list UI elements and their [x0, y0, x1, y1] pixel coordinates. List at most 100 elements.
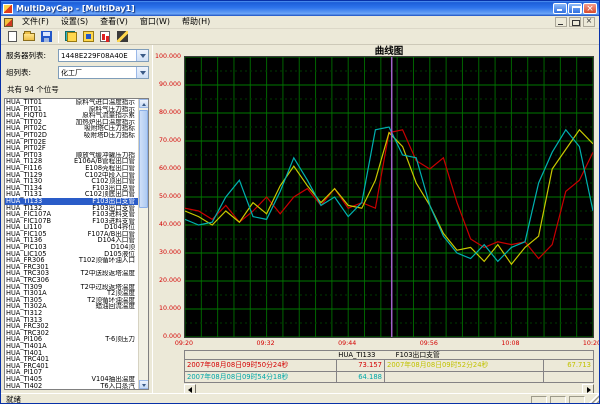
status-panel — [550, 396, 566, 404]
tag-list-item[interactable]: HUA_TI312 — [5, 310, 148, 317]
menu-item-2[interactable]: 查看(V) — [94, 16, 134, 28]
tag-list-item[interactable]: HUA_TI313 — [5, 317, 148, 324]
save-file-button[interactable] — [38, 30, 54, 44]
tag-list-item[interactable]: HUA_TI128E106A/B管程出口管 — [5, 158, 148, 165]
resize-grip[interactable] — [588, 394, 599, 404]
tag-name: HUA_FIC105 — [5, 231, 57, 238]
scroll-down-icon[interactable] — [139, 380, 149, 389]
tag-list-item[interactable]: HUA_PIT02E — [5, 139, 148, 146]
scroll-up-icon[interactable] — [139, 99, 149, 108]
tag-list-item[interactable]: HUA_FIQT01原料气流量指示累 — [5, 112, 148, 119]
tag-list-item[interactable]: HUA_TRC401 — [5, 356, 148, 363]
tag-list-item[interactable]: HUA_TIT01原料气进口温度指示 — [5, 99, 148, 106]
child-restore-button[interactable] — [569, 17, 581, 27]
tag-list-item[interactable]: HUA_TI301AT2顶温度 — [5, 290, 148, 297]
close-button[interactable] — [583, 3, 597, 14]
tag-list-item[interactable]: HUA_FRC301 — [5, 264, 148, 271]
server-list-combobox[interactable]: 1448E229F08A40E — [58, 49, 149, 62]
tag-list-item[interactable]: HUA_FIC107AF103进料支管 — [5, 211, 148, 218]
chevron-down-icon[interactable] — [136, 50, 148, 61]
tag-list-item[interactable]: HUA_PIT03顺放气缓冲罐压力指 — [5, 152, 148, 159]
tag-description: D105液位 — [57, 251, 148, 258]
tag-list-item[interactable]: HUA_TI305T2顶循环油温度 — [5, 297, 148, 304]
tag-list-item[interactable]: HUA_PIT02D吸附塔D压力指标 — [5, 132, 148, 139]
tag-list-item[interactable]: HUA_PI106T-6顶压力 — [5, 336, 148, 343]
tag-name: HUA_TI401A — [5, 343, 57, 350]
tag-list-item[interactable]: HUA_TRC302 — [5, 330, 148, 337]
sidebar: 服务器列表: 1448E229F08A40E 组列表: 化工厂 共有 94 个位… — [1, 45, 153, 393]
tag-name: HUA_PIT01 — [5, 106, 57, 113]
legend-timestamp: 2007年08月08日09时52分24秒 — [385, 360, 544, 371]
tag-list-item[interactable]: HUA_TRC303T2中送段返塔温度 — [5, 270, 148, 277]
y-tick-label: 70.000 — [153, 137, 181, 144]
tag-list-item[interactable]: HUA_TI133F103出口支管 — [5, 198, 148, 205]
tag-list-item[interactable]: HUA_TI130C102顶出口管 — [5, 178, 148, 185]
view-grid-button[interactable] — [80, 30, 96, 44]
tag-list-item[interactable]: HUA_PIT02C吸附塔C压力指标 — [5, 125, 148, 132]
tag-list-item[interactable]: HUA_TI134F103出口总管 — [5, 185, 148, 192]
app-icon[interactable] — [3, 4, 13, 14]
y-tick-label: 50.000 — [153, 193, 181, 200]
child-close-button[interactable] — [583, 17, 595, 27]
print-trend-button[interactable] — [97, 30, 113, 44]
trend-plot[interactable] — [184, 56, 594, 338]
chevron-down-icon[interactable] — [136, 67, 148, 78]
tag-description — [57, 343, 148, 350]
tag-listbox[interactable]: HUA_TIT01原料气进口温度指示HUA_PIT01原料气压力指示HUA_FI… — [4, 98, 149, 390]
tag-list-item[interactable]: HUA_PIC103D104顶 — [5, 244, 148, 251]
tag-list-item[interactable]: HUA_TIT02加热炉出口温度指示 — [5, 119, 148, 126]
document-icon[interactable] — [4, 18, 13, 27]
tag-list-item[interactable]: HUA_TI401 — [5, 350, 148, 357]
menu-item-3[interactable]: 窗口(W) — [134, 16, 176, 28]
copy-trend-button[interactable] — [63, 30, 79, 44]
menu-item-4[interactable]: 帮助(H) — [176, 16, 216, 28]
edit-trend-button[interactable] — [114, 30, 130, 44]
tag-list-item[interactable]: HUA_TI136D104入口管 — [5, 237, 148, 244]
x-tick-label: 09:56 — [420, 340, 438, 347]
tag-description: 原料气压力指示 — [57, 106, 148, 113]
menu-item-0[interactable]: 文件(F) — [16, 16, 55, 28]
maximize-button[interactable] — [568, 3, 582, 14]
y-tick-label: 60.000 — [153, 165, 181, 172]
tag-list-item[interactable]: HUA_TI401A — [5, 343, 148, 350]
tag-list-item[interactable]: HUA_TI129C102中段入口管 — [5, 172, 148, 179]
y-tick-label: 100.000 — [153, 53, 181, 60]
tag-name: HUA_FR306 — [5, 257, 57, 264]
tag-list-item[interactable]: HUA_TI302A蜡油回流温度 — [5, 303, 148, 310]
chart-title: 曲线图 — [184, 43, 594, 57]
group-list-combobox[interactable]: 化工厂 — [58, 66, 149, 79]
tag-description: F103进料支管 — [57, 218, 148, 225]
tag-name: HUA_TI313 — [5, 317, 57, 324]
x-axis-labels: 09:2009:3209:4409:5610:0810:20 — [184, 340, 594, 348]
tag-list-item[interactable]: HUA_PI107 — [5, 369, 148, 376]
tag-description: F103进料支管 — [57, 211, 148, 218]
tag-list-item[interactable]: HUA_FI116E108壳程出口管 — [5, 165, 148, 172]
minimize-button[interactable] — [553, 3, 567, 14]
tag-name: HUA_TRC306 — [5, 277, 57, 284]
scrollbar-thumb[interactable] — [139, 110, 148, 208]
tag-list-item[interactable]: HUA_FRC401 — [5, 363, 148, 370]
open-file-button[interactable] — [21, 30, 37, 44]
tag-list-item[interactable]: HUA_TI402T6入口蒸汽 — [5, 383, 148, 390]
tag-list-item[interactable]: HUA_FR306T102顶循环油入口 — [5, 257, 148, 264]
tag-list-item[interactable]: HUA_PIT02F — [5, 145, 148, 152]
tag-list-item[interactable]: HUA_TI405V104抽出温度 — [5, 376, 148, 383]
tag-name: HUA_TI312 — [5, 310, 57, 317]
new-file-button[interactable] — [4, 30, 20, 44]
tag-list-item[interactable]: HUA_TI132F103出口支管 — [5, 205, 148, 212]
tag-list-item[interactable]: HUA_FRC302 — [5, 323, 148, 330]
tag-list-item[interactable]: HUA_LI110D104界位 — [5, 224, 148, 231]
tag-list-item[interactable]: HUA_TRC306 — [5, 277, 148, 284]
tag-list-item[interactable]: HUA_TI309T2中过段返塔温度 — [5, 284, 148, 291]
tag-description: F103出口支管 — [57, 198, 148, 205]
child-minimize-button[interactable] — [555, 17, 567, 27]
tag-list-item[interactable]: HUA_FIC105F107A/B出口管 — [5, 231, 148, 238]
tag-list-item[interactable]: HUA_FIC107BF103进料支管 — [5, 218, 148, 225]
tag-list-item[interactable]: HUA_PIT01原料气压力指示 — [5, 106, 148, 113]
list-vertical-scrollbar[interactable] — [138, 99, 148, 389]
tag-name: HUA_PIT02C — [5, 125, 57, 132]
tag-list-item[interactable]: HUA_TI131C102顶底出口管 — [5, 191, 148, 198]
tag-list-item[interactable]: HUA_LIC105D105液位 — [5, 251, 148, 258]
tag-description: V104抽出温度 — [57, 376, 148, 383]
menu-item-1[interactable]: 设置(S) — [55, 16, 94, 28]
